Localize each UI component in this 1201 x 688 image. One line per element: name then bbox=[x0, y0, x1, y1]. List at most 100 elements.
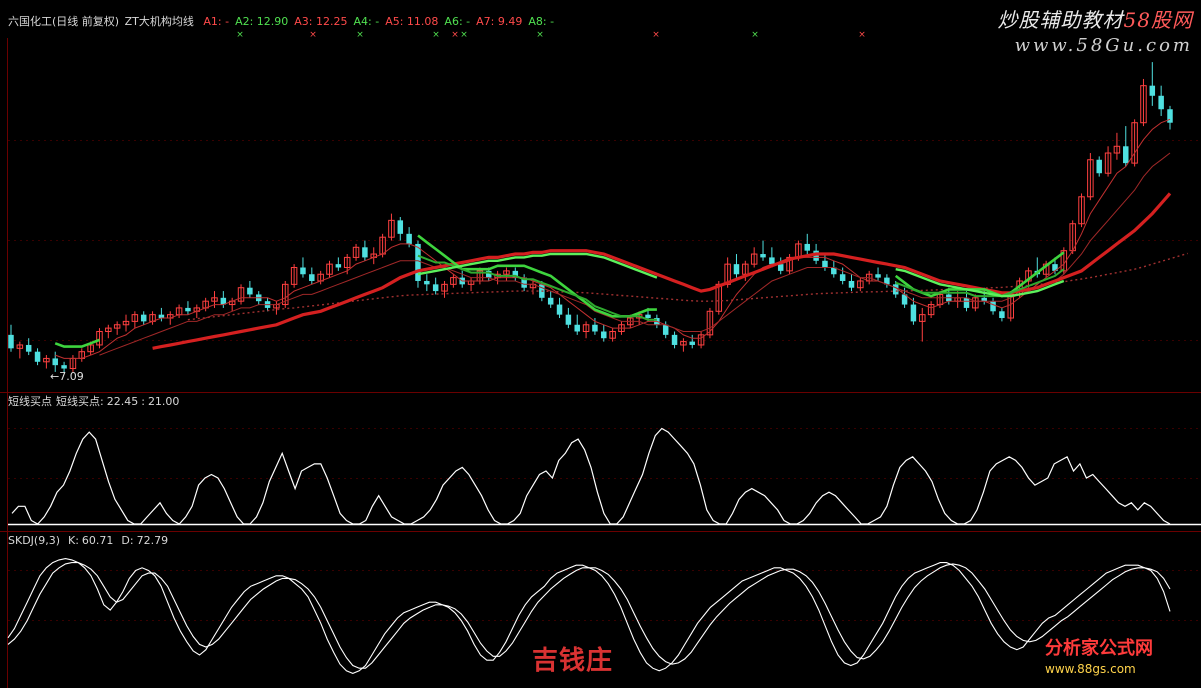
candle-body bbox=[362, 247, 368, 258]
candle-body bbox=[601, 331, 607, 339]
candle-body bbox=[406, 233, 412, 244]
candle bbox=[671, 331, 678, 349]
candle bbox=[185, 301, 191, 315]
watermark-bottom-center: 吉钱庄 bbox=[532, 646, 614, 676]
chart-stage: × × × × × × × × × × bbox=[0, 30, 1201, 688]
candle bbox=[990, 297, 996, 315]
signal-mark: × bbox=[536, 30, 544, 40]
indicator-field-3: A3: 12.25 bbox=[294, 15, 348, 28]
buy-line bbox=[11, 427, 1171, 525]
candle bbox=[822, 254, 828, 271]
candle bbox=[1104, 146, 1112, 177]
candle bbox=[335, 257, 342, 271]
candle-body bbox=[839, 274, 846, 281]
skdj-panel-header: SKDJ(9,3) K: 60.71 D: 72.79 bbox=[8, 534, 174, 548]
candle bbox=[96, 328, 103, 349]
candle bbox=[689, 334, 695, 349]
buy-panel-title: 短线买点 bbox=[8, 395, 52, 408]
indicator-field-2: A2: 12.90 bbox=[235, 15, 289, 28]
skdj-title: SKDJ(9,3) bbox=[8, 534, 60, 547]
candle bbox=[397, 217, 404, 241]
candle-body bbox=[140, 314, 147, 322]
candle bbox=[831, 260, 837, 278]
ma-line-a5 bbox=[99, 152, 1171, 356]
candle-body bbox=[645, 314, 651, 319]
candle bbox=[175, 304, 183, 319]
candle bbox=[529, 280, 537, 295]
candle bbox=[503, 267, 510, 281]
candle-body bbox=[335, 264, 342, 268]
candle-body bbox=[804, 243, 811, 251]
candle bbox=[547, 291, 554, 308]
candle bbox=[282, 280, 289, 308]
watermark-bottom-line2: www.88gs.com bbox=[1045, 662, 1136, 676]
candle bbox=[220, 291, 227, 308]
candle bbox=[467, 277, 475, 292]
candle bbox=[158, 307, 165, 322]
panel-frames bbox=[0, 38, 1201, 688]
grid-lines bbox=[8, 140, 1201, 621]
candle bbox=[432, 277, 439, 295]
candlestick-panel bbox=[8, 62, 1173, 373]
skdj-d-label: D: bbox=[121, 534, 134, 547]
candle-body bbox=[769, 257, 775, 265]
signal-mark: × bbox=[460, 30, 468, 40]
candle-body bbox=[1123, 146, 1129, 164]
candle-body bbox=[52, 358, 58, 366]
candle bbox=[273, 301, 280, 315]
candle bbox=[441, 280, 448, 298]
candle-body bbox=[424, 280, 430, 285]
candle bbox=[750, 247, 758, 268]
indicator-field-4: A4: - bbox=[353, 15, 380, 28]
candle bbox=[16, 341, 24, 359]
watermark-line1: 炒股辅助教材 bbox=[997, 8, 1124, 32]
candle-body bbox=[1149, 85, 1156, 96]
candle bbox=[1069, 220, 1076, 255]
candle-body bbox=[432, 284, 439, 292]
candle bbox=[1140, 78, 1147, 127]
candle bbox=[574, 314, 580, 335]
watermark-brand: 58股网 bbox=[1123, 8, 1193, 32]
buy-panel-label: 短线买点: bbox=[56, 395, 104, 408]
short-buy-panel bbox=[8, 427, 1201, 526]
indicator-field-6: A6: - bbox=[444, 15, 471, 28]
candle bbox=[565, 307, 572, 329]
candle-body bbox=[875, 274, 881, 278]
candle-body bbox=[34, 351, 41, 362]
candle bbox=[1167, 105, 1173, 130]
candle-body bbox=[25, 344, 32, 352]
candle-body bbox=[300, 267, 306, 275]
candle bbox=[309, 267, 315, 285]
candle bbox=[1158, 85, 1164, 116]
candle-body bbox=[777, 264, 784, 271]
candle bbox=[786, 254, 793, 275]
candle bbox=[237, 284, 245, 305]
indicator-field-7: A7: 9.49 bbox=[476, 15, 523, 28]
candle-body bbox=[574, 324, 580, 332]
candle bbox=[290, 264, 298, 288]
candle-body bbox=[963, 297, 970, 308]
candle-body bbox=[733, 264, 740, 275]
candle bbox=[857, 277, 864, 292]
candle bbox=[1131, 119, 1138, 167]
candle bbox=[131, 311, 139, 329]
candle bbox=[884, 274, 890, 288]
candle-body bbox=[689, 341, 695, 345]
candle-body bbox=[990, 301, 996, 312]
candle bbox=[609, 328, 616, 342]
watermark-bottom-right: 分析家公式网 www.88gs.com bbox=[1045, 634, 1195, 676]
candle-body bbox=[981, 297, 987, 302]
signal-mark: × bbox=[432, 30, 440, 40]
candle-body bbox=[547, 297, 554, 305]
candle bbox=[78, 348, 86, 362]
candle bbox=[999, 307, 1005, 322]
candle-body bbox=[61, 365, 67, 369]
watermark-bottom-line1: 分析家公式网 bbox=[1045, 638, 1153, 659]
candle-body bbox=[760, 254, 766, 258]
candle bbox=[326, 260, 333, 278]
candle bbox=[706, 307, 714, 339]
candle-body bbox=[1167, 109, 1173, 123]
candle bbox=[113, 321, 121, 335]
candle bbox=[52, 351, 58, 372]
candle bbox=[34, 348, 41, 366]
